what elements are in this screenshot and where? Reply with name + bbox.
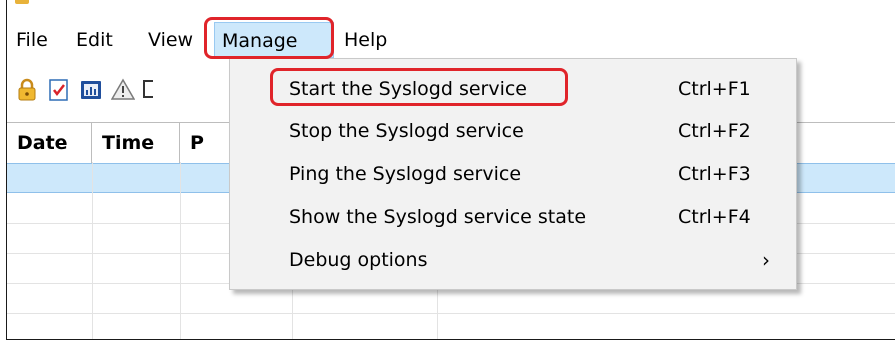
menu-item-debug-options[interactable]: Debug options › (230, 238, 796, 282)
title-bar (7, 0, 895, 18)
app-window: File Edit View Manage Help Date Time P S… (6, 0, 895, 340)
column-divider (92, 162, 93, 339)
menu-item-shortcut: Ctrl+F2 (678, 120, 751, 142)
checklist-icon[interactable] (47, 78, 71, 102)
menu-view[interactable]: View (141, 22, 200, 58)
menu-help[interactable]: Help (337, 22, 394, 58)
manage-dropdown-menu: Start the Syslogd service Ctrl+F1 Stop t… (229, 58, 797, 290)
lock-icon[interactable] (15, 78, 39, 102)
warning-icon[interactable] (110, 78, 136, 102)
chevron-right-icon: › (762, 248, 770, 272)
menu-edit[interactable]: Edit (69, 22, 120, 58)
menu-item-shortcut: Ctrl+F1 (678, 78, 751, 100)
menu-item-start-service[interactable]: Start the Syslogd service Ctrl+F1 (230, 67, 796, 111)
toolbar-icon-partial[interactable] (143, 80, 153, 98)
menu-file[interactable]: File (9, 22, 55, 58)
menu-item-label: Stop the Syslogd service (289, 120, 524, 142)
menu-item-shortcut: Ctrl+F4 (678, 206, 751, 228)
table-row[interactable] (7, 314, 895, 339)
chart-icon[interactable] (79, 78, 103, 102)
column-time[interactable]: Time (92, 123, 180, 163)
menu-item-label: Debug options (289, 249, 428, 271)
menu-item-shortcut: Ctrl+F3 (678, 163, 751, 185)
column-date[interactable]: Date (7, 123, 92, 163)
menu-item-stop-service[interactable]: Stop the Syslogd service Ctrl+F2 (230, 109, 796, 153)
menu-item-ping-service[interactable]: Ping the Syslogd service Ctrl+F3 (230, 152, 796, 196)
menu-item-label: Show the Syslogd service state (289, 206, 587, 228)
menu-bar: File Edit View Manage Help (7, 22, 895, 58)
app-icon (15, 0, 29, 4)
menu-manage[interactable]: Manage (214, 22, 334, 58)
column-divider (180, 162, 181, 339)
menu-item-show-service-state[interactable]: Show the Syslogd service state Ctrl+F4 (230, 195, 796, 239)
menu-item-label: Ping the Syslogd service (289, 163, 522, 185)
menu-item-label: Start the Syslogd service (289, 78, 528, 100)
